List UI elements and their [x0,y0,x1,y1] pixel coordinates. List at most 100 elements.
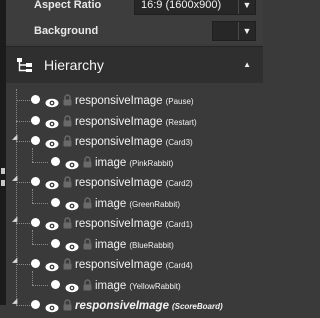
item-suffix: (PinkRabbit) [129,158,174,168]
select-dot-icon[interactable] [51,279,60,289]
hierarchy-header[interactable]: Hierarchy ▲ [6,46,263,84]
item-name: responsiveImage [75,218,163,230]
lock-icon[interactable] [63,298,72,311]
item-suffix: (Card4) [165,261,193,270]
aspect-ratio-select[interactable]: 16:9 (1600x900) ▼ [134,0,256,15]
tree-item[interactable]: responsiveImage (Pause) [6,90,263,110]
lock-icon[interactable] [63,257,72,270]
item-suffix: (Card1) [165,220,193,229]
item-suffix: (GreenRabbit) [129,199,181,209]
chevron-down-icon[interactable]: ▼ [238,22,255,40]
lock-icon[interactable] [83,196,92,208]
eye-icon[interactable] [45,259,59,272]
hierarchy-title: Hierarchy [44,57,104,73]
expand-arrow-icon[interactable]: ◢ [12,256,17,264]
tree-item-label: responsiveImage (ScoreBoard) [75,295,223,317]
select-dot-icon[interactable] [51,156,60,166]
hierarchy-tree: responsiveImage (Pause) responsiveImage (Re… [6,83,263,313]
tree-connector [32,161,48,163]
background-row: Background ▼ [6,20,263,42]
tree-guide-line [32,229,33,244]
collapse-arrow-icon[interactable]: ▲ [243,60,251,69]
item-suffix: (Card3) [165,138,193,147]
select-dot-icon[interactable] [51,238,60,248]
select-dot-icon[interactable] [31,136,40,145]
item-name: responsiveImage [75,115,163,128]
select-dot-icon[interactable] [31,218,40,227]
item-suffix: (ScoreBoard) [171,302,223,311]
tree-item[interactable]: ◢ responsiveImage (Card3) [6,131,263,151]
lock-icon[interactable] [63,175,72,188]
item-suffix: (Restart) [165,117,197,127]
tree-item-label: responsiveImage (Card4) [75,254,193,276]
tree-item-label: image (BlueRabbit) [95,234,174,256]
tree-connector [32,202,48,204]
lock-icon[interactable] [63,216,72,229]
item-name: responsiveImage [75,136,163,148]
eye-icon[interactable] [45,218,59,231]
item-suffix: (Card2) [165,179,193,188]
item-name: responsiveImage [75,95,163,107]
tree-item-label: responsiveImage (Card2) [75,172,193,194]
tree-connector [16,264,32,265]
eye-icon[interactable] [65,239,79,251]
tree-child-item[interactable]: image (PinkRabbit) [6,147,263,172]
select-dot-icon[interactable] [31,95,40,104]
tree-connector [16,223,32,224]
item-name: image [95,238,127,251]
lock-icon[interactable] [83,278,92,290]
eye-icon[interactable] [45,136,59,149]
tree-connector [16,305,32,306]
select-dot-icon[interactable] [31,259,40,268]
tree-child-item[interactable]: image (GreenRabbit) [6,188,263,215]
lock-icon[interactable] [83,237,92,249]
tree-child-item[interactable]: image (YellowRabbit) [6,270,263,297]
tree-item-label: responsiveImage (Restart) [75,111,197,133]
chevron-down-icon[interactable]: ▼ [238,0,255,14]
lock-icon[interactable] [63,93,72,106]
select-dot-icon[interactable] [31,115,40,125]
tree-connector [32,284,48,286]
item-name: image [95,279,127,292]
tree-item[interactable]: ◢ responsiveImage (Card2) [6,172,263,192]
eye-icon[interactable] [45,300,59,313]
eye-icon[interactable] [45,177,59,190]
tree-item-label: responsiveImage (Card3) [75,131,193,153]
expand-arrow-icon[interactable]: ◢ [12,215,17,223]
edge-marker [1,168,5,174]
lock-icon[interactable] [63,114,72,126]
tree-connector [16,100,32,101]
expand-arrow-icon[interactable]: ◢ [12,133,17,141]
tree-item[interactable]: ◢ responsiveImage (ScoreBoard) [6,295,263,315]
tree-item[interactable]: responsiveImage (Restart) [6,111,263,131]
lock-icon[interactable] [63,134,72,147]
aspect-ratio-value: 16:9 (1600x900) [141,0,222,11]
expand-arrow-icon[interactable]: ◢ [12,174,17,182]
eye-icon[interactable] [45,116,59,128]
eye-icon[interactable] [65,157,79,169]
background-color-picker[interactable]: ▼ [212,21,256,41]
select-dot-icon[interactable] [51,197,60,207]
tree-child-item[interactable]: image (BlueRabbit) [6,229,263,256]
lock-icon[interactable] [83,155,92,167]
item-name: responsiveImage [75,300,169,312]
tree-item[interactable]: ◢ responsiveImage (Card1) [6,213,263,233]
tree-connector [32,243,48,245]
eye-icon[interactable] [65,280,79,292]
item-suffix: (Pause) [165,97,194,106]
tree-connector [16,141,32,142]
aspect-ratio-row: Aspect Ratio 16:9 (1600x900) ▼ [6,0,263,16]
tree-guide-line [32,147,33,162]
eye-icon[interactable] [45,95,59,108]
expand-arrow-icon[interactable]: ◢ [12,297,17,305]
tree-item-label: image (YellowRabbit) [95,275,181,297]
tree-item[interactable]: ◢ responsiveImage (Card4) [6,254,263,274]
background-label: Background [34,25,99,37]
eye-icon[interactable] [65,198,79,210]
tree-guide-line [32,270,33,285]
aspect-ratio-label: Aspect Ratio [34,0,102,11]
tree-connector [16,182,32,183]
select-dot-icon[interactable] [31,177,40,186]
tree-guide-line [32,188,33,203]
tree-item-label: image (GreenRabbit) [95,193,180,215]
